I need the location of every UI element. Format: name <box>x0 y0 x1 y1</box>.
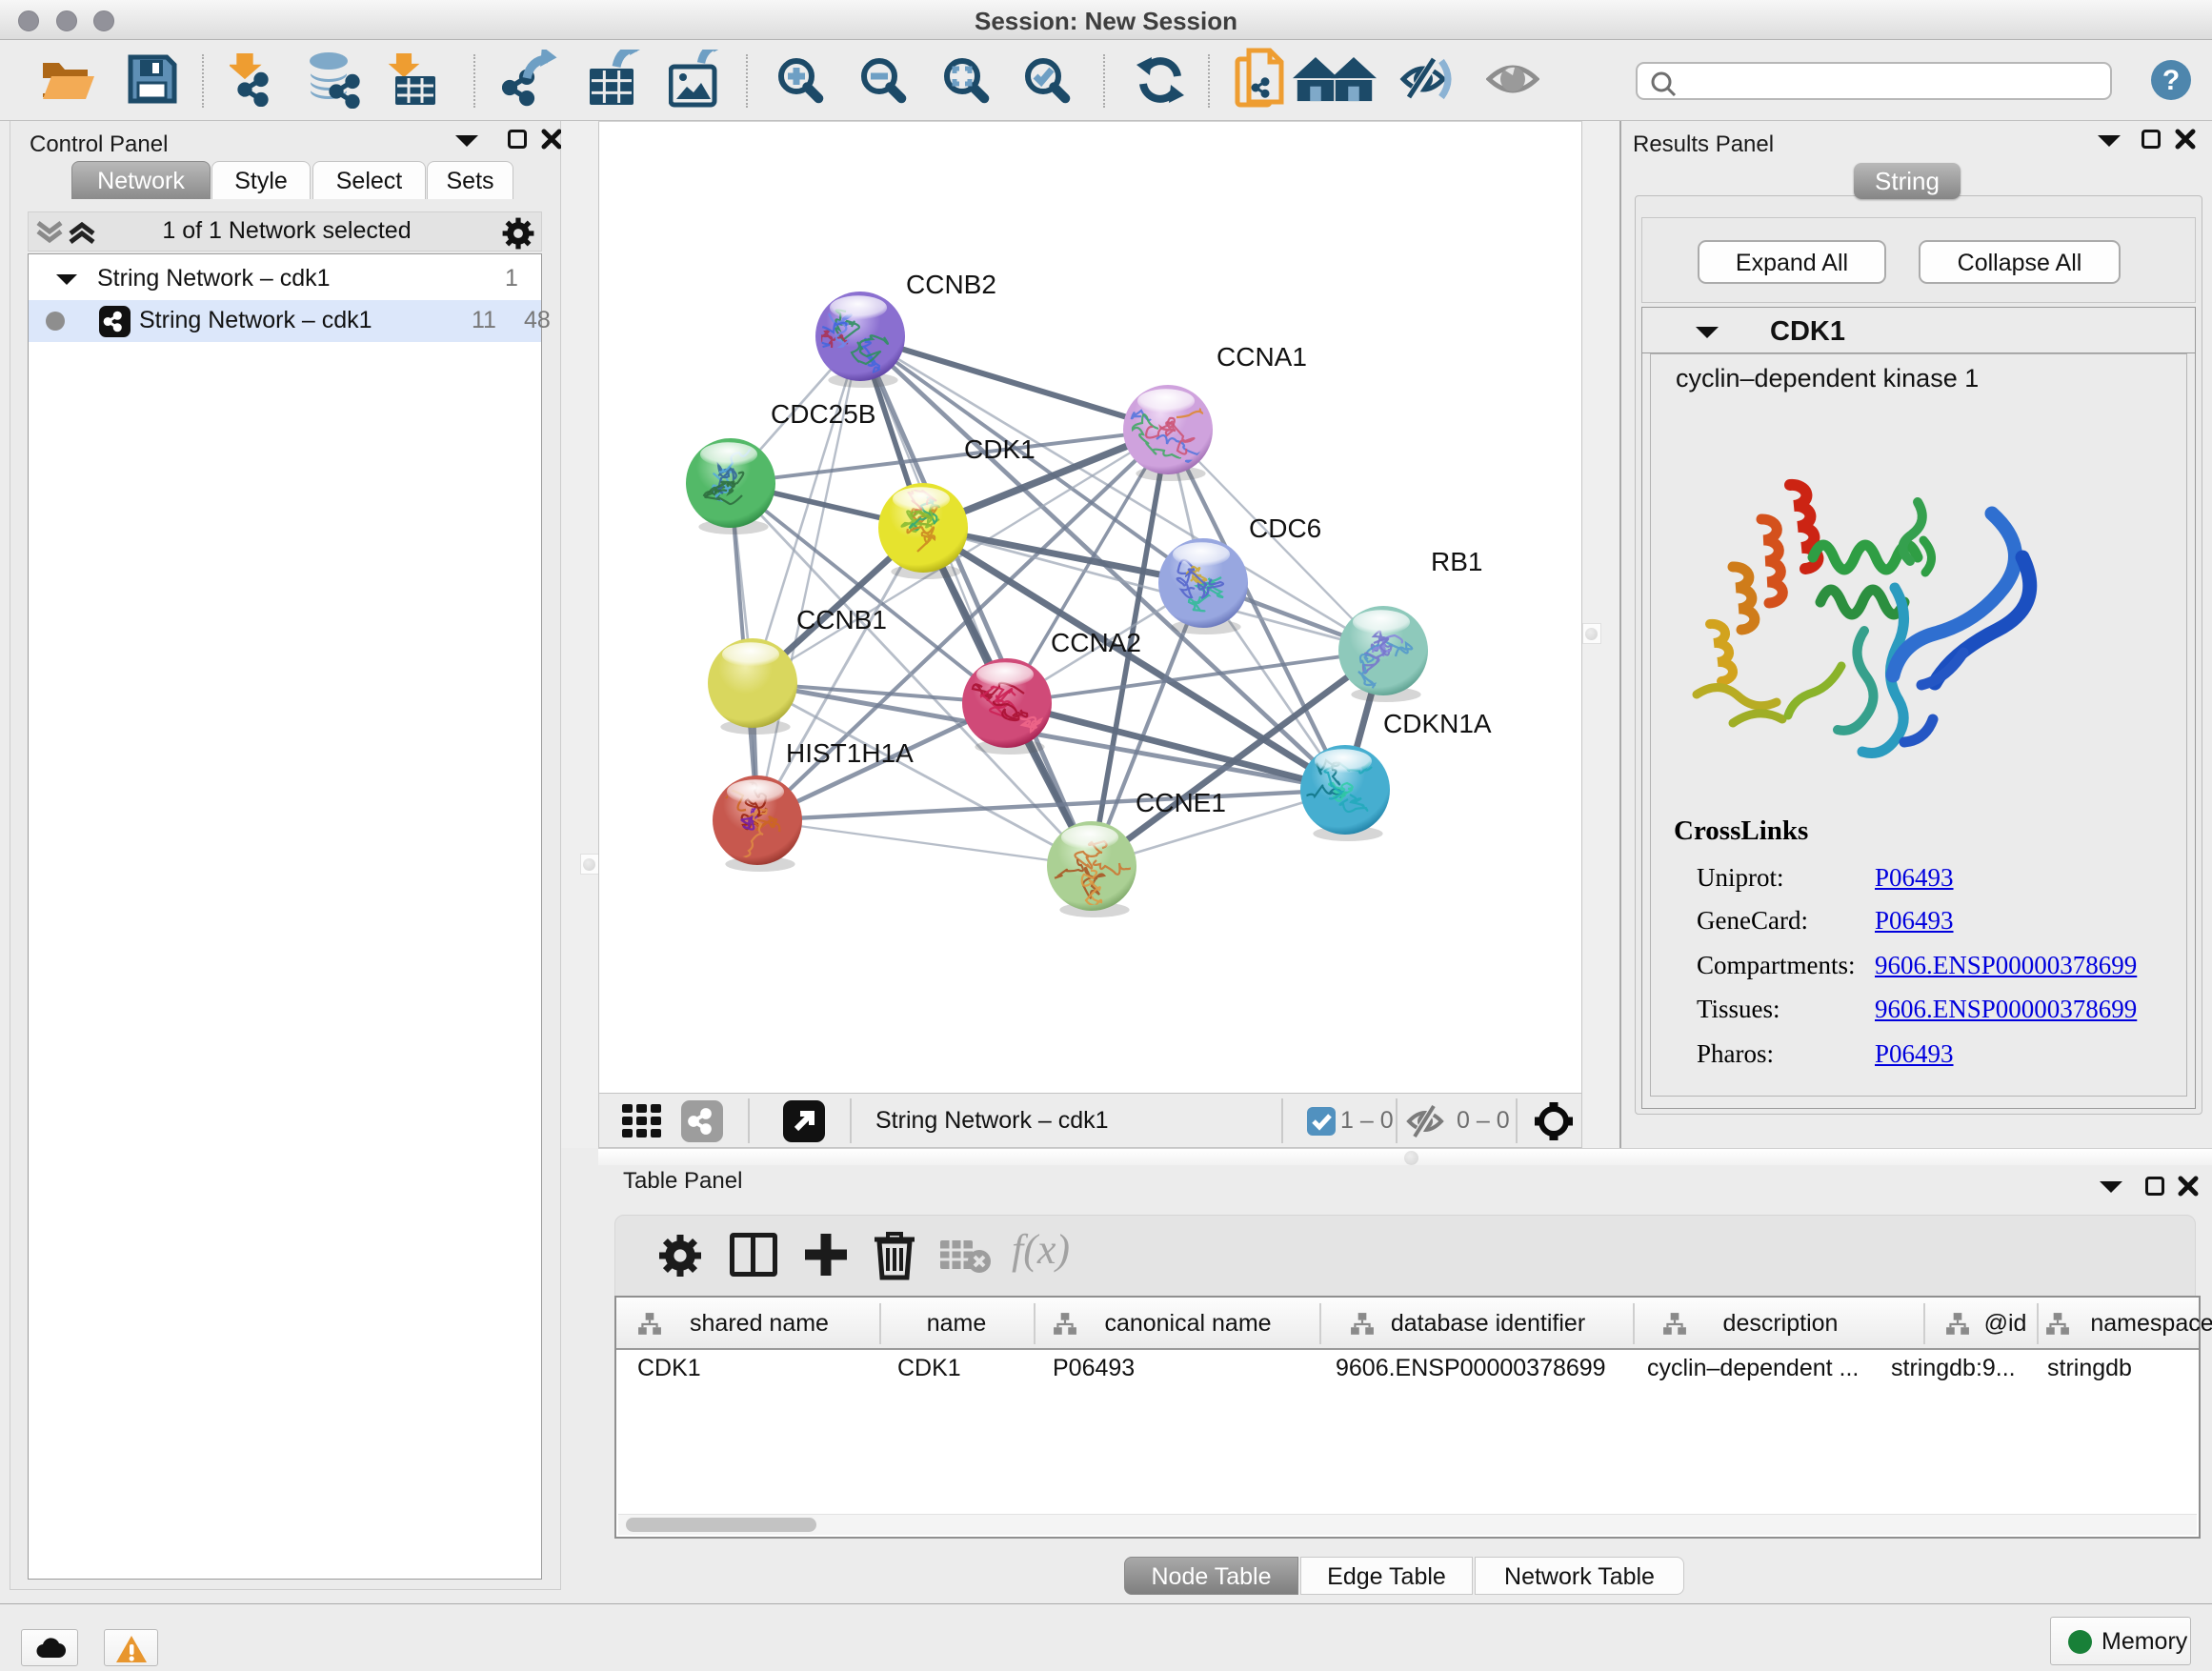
svg-text:CCNB1: CCNB1 <box>796 605 887 634</box>
svg-text:?: ? <box>2162 65 2180 96</box>
svg-text:CDKN1A: CDKN1A <box>1383 709 1492 738</box>
svg-text:CCNE1: CCNE1 <box>1136 788 1226 817</box>
svg-text:CDK1: CDK1 <box>964 434 1036 464</box>
svg-text:CCNB2: CCNB2 <box>906 270 996 299</box>
svg-text:CDC25B: CDC25B <box>771 399 875 429</box>
svg-text:RB1: RB1 <box>1431 547 1482 576</box>
svg-text:CCNA2: CCNA2 <box>1051 628 1141 657</box>
svg-text:HIST1H1A: HIST1H1A <box>786 738 914 768</box>
svg-text:CCNA1: CCNA1 <box>1217 342 1307 372</box>
svg-text:CDC6: CDC6 <box>1249 513 1321 543</box>
